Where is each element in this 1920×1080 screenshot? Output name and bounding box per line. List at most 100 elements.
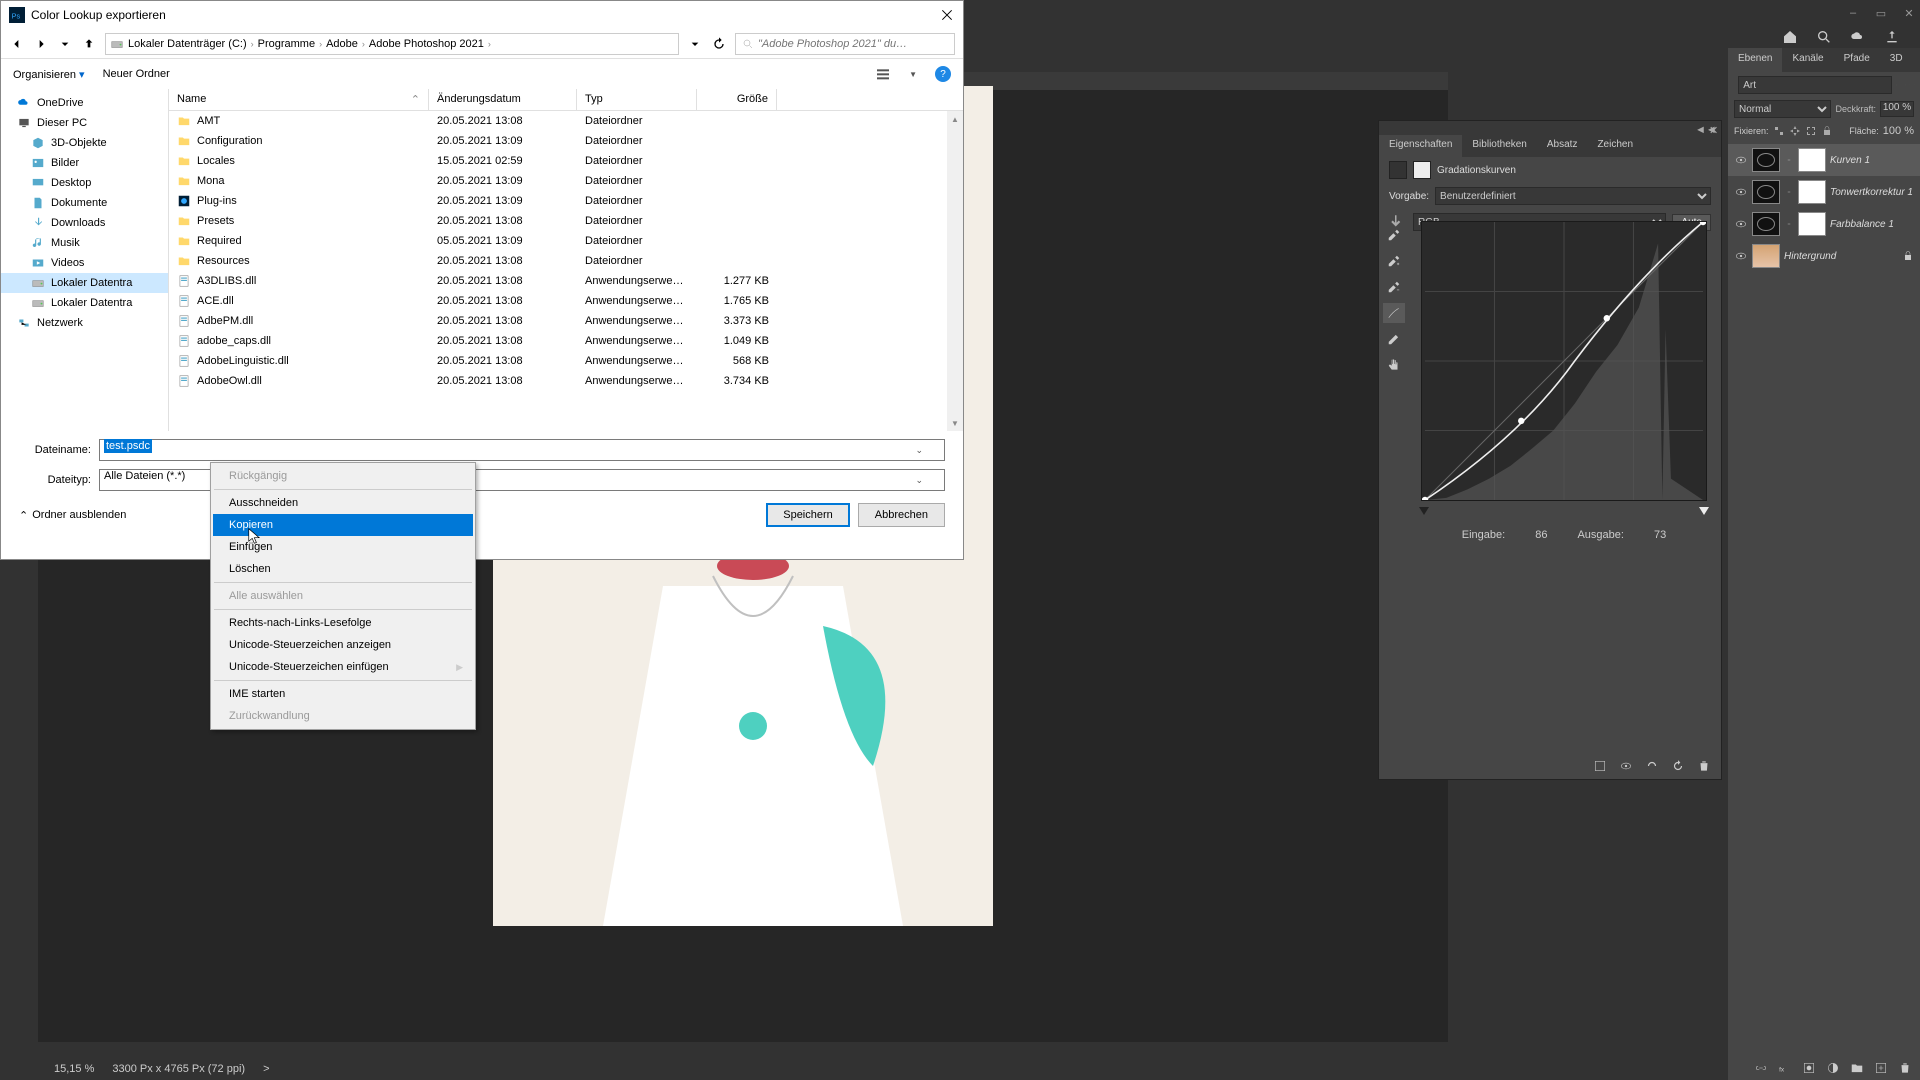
eye-icon[interactable] bbox=[1734, 153, 1748, 167]
preset-select[interactable]: Benutzerdefiniert bbox=[1435, 187, 1711, 205]
folder-search-input[interactable] bbox=[758, 38, 948, 50]
file-row[interactable]: AMT20.05.2021 13:08Dateiordner bbox=[169, 111, 963, 131]
view-chevron-icon[interactable]: ▼ bbox=[909, 70, 917, 79]
tree-item[interactable]: Lokaler Datentra bbox=[1, 273, 168, 293]
file-row[interactable]: adobe_caps.dll20.05.2021 13:08Anwendungs… bbox=[169, 331, 963, 351]
status-chevron[interactable]: > bbox=[263, 1063, 269, 1075]
help-icon[interactable]: ? bbox=[935, 66, 951, 82]
filetype-dropdown-icon[interactable]: ⌄ bbox=[915, 475, 923, 486]
tree-item[interactable]: Videos bbox=[1, 253, 168, 273]
file-row[interactable]: Presets20.05.2021 13:08Dateiordner bbox=[169, 211, 963, 231]
breadcrumb-item[interactable]: Lokaler Datenträger (C:) bbox=[128, 38, 247, 50]
cancel-button[interactable]: Abbrechen bbox=[858, 503, 945, 527]
zoom-level[interactable]: 15,15 % bbox=[54, 1063, 94, 1075]
list-scrollbar[interactable]: ▲ ▼ bbox=[947, 111, 963, 431]
lock-artboard-icon[interactable] bbox=[1805, 125, 1817, 137]
file-row[interactable]: AdbePM.dll20.05.2021 13:08Anwendungserwe… bbox=[169, 311, 963, 331]
blend-mode-select[interactable]: Normal bbox=[1734, 100, 1831, 118]
tree-item[interactable]: Netzwerk bbox=[1, 313, 168, 333]
tree-item[interactable]: Musik bbox=[1, 233, 168, 253]
clip-icon[interactable] bbox=[1593, 759, 1607, 773]
opacity-value[interactable]: 100 % bbox=[1880, 101, 1914, 117]
panel-tab[interactable]: Pfade bbox=[1834, 48, 1880, 72]
hide-folders-toggle[interactable]: ⌃ Ordner ausblenden bbox=[19, 509, 126, 522]
properties-tab[interactable]: Bibliotheken bbox=[1462, 135, 1536, 157]
col-name[interactable]: Name ⌃ bbox=[169, 89, 429, 110]
layer-name[interactable]: Kurven 1 bbox=[1830, 155, 1914, 166]
layer-row[interactable]: Kurven 1 bbox=[1728, 144, 1920, 176]
file-row[interactable]: Configuration20.05.2021 13:09Dateiordner bbox=[169, 131, 963, 151]
share-icon[interactable] bbox=[1884, 29, 1900, 45]
folder-tree[interactable]: OneDriveDieser PC3D-ObjekteBilderDesktop… bbox=[1, 89, 169, 431]
layer-search[interactable] bbox=[1738, 76, 1892, 94]
collapse-icon[interactable]: ◄◄ bbox=[1695, 124, 1703, 132]
min-button[interactable]: – bbox=[1846, 6, 1860, 20]
nav-dropdown-icon[interactable] bbox=[687, 36, 703, 52]
filename-dropdown-icon[interactable]: ⌄ bbox=[915, 445, 923, 456]
lock-all-icon[interactable] bbox=[1821, 125, 1833, 137]
file-list[interactable]: Name ⌃ Änderungsdatum Typ Größe AMT20.05… bbox=[169, 89, 963, 431]
file-row[interactable]: ACE.dll20.05.2021 13:08Anwendungserwe…1.… bbox=[169, 291, 963, 311]
menu-item[interactable]: IME starten bbox=[213, 683, 473, 705]
lock-pixels-icon[interactable] bbox=[1773, 125, 1785, 137]
file-row[interactable]: Mona20.05.2021 13:09Dateiordner bbox=[169, 171, 963, 191]
layer-row[interactable]: Farbbalance 1 bbox=[1728, 208, 1920, 240]
curve-icon[interactable] bbox=[1383, 303, 1405, 323]
curve-slider[interactable] bbox=[1421, 507, 1707, 519]
max-button[interactable]: ▭ bbox=[1874, 6, 1888, 20]
home-icon[interactable] bbox=[1782, 29, 1798, 45]
group-icon[interactable] bbox=[1850, 1061, 1864, 1075]
link-icon[interactable] bbox=[1754, 1061, 1768, 1075]
menu-item[interactable]: Rechts-nach-Links-Lesefolge bbox=[213, 612, 473, 634]
close-button[interactable]: ✕ bbox=[1902, 6, 1916, 20]
mask-add-icon[interactable] bbox=[1802, 1061, 1816, 1075]
eye-icon[interactable] bbox=[1734, 249, 1748, 263]
nav-up-icon[interactable] bbox=[81, 36, 97, 52]
eye-icon-2[interactable] bbox=[1619, 759, 1633, 773]
input-value[interactable]: 86 bbox=[1535, 529, 1547, 541]
trash-icon[interactable] bbox=[1697, 759, 1711, 773]
chevron-right-icon[interactable]: › bbox=[251, 39, 254, 49]
col-date[interactable]: Änderungsdatum bbox=[429, 89, 577, 110]
properties-tab[interactable]: Eigenschaften bbox=[1379, 135, 1462, 157]
close-icon[interactable]: ✕ bbox=[1709, 124, 1717, 132]
cloud-icon[interactable] bbox=[1850, 29, 1866, 45]
breadcrumb-item[interactable]: Adobe Photoshop 2021 bbox=[369, 38, 484, 50]
save-button[interactable]: Speichern bbox=[766, 503, 850, 527]
pencil-icon[interactable] bbox=[1383, 329, 1405, 349]
menu-item[interactable]: Unicode-Steuerzeichen anzeigen bbox=[213, 634, 473, 656]
eyedropper-minus-icon[interactable] bbox=[1383, 277, 1405, 297]
fx-icon[interactable]: fx bbox=[1778, 1061, 1792, 1075]
layer-row[interactable]: Tonwertkorrektur 1 bbox=[1728, 176, 1920, 208]
panel-tab[interactable]: Ebenen bbox=[1728, 48, 1782, 72]
adjustment-add-icon[interactable] bbox=[1826, 1061, 1840, 1075]
file-row[interactable]: A3DLIBS.dll20.05.2021 13:08Anwendungserw… bbox=[169, 271, 963, 291]
col-type[interactable]: Typ bbox=[577, 89, 697, 110]
fill-value[interactable]: 100 % bbox=[1883, 125, 1914, 137]
prev-icon[interactable] bbox=[1645, 759, 1659, 773]
tree-item[interactable]: Desktop bbox=[1, 173, 168, 193]
menu-item[interactable]: Ausschneiden bbox=[213, 492, 473, 514]
file-row[interactable]: Plug-ins20.05.2021 13:09Dateiordner bbox=[169, 191, 963, 211]
reset-icon[interactable] bbox=[1671, 759, 1685, 773]
refresh-icon[interactable] bbox=[711, 36, 727, 52]
tree-item[interactable]: 3D-Objekte bbox=[1, 133, 168, 153]
file-row[interactable]: Required05.05.2021 13:09Dateiordner bbox=[169, 231, 963, 251]
layer-name[interactable]: Tonwertkorrektur 1 bbox=[1830, 187, 1914, 198]
filename-input[interactable]: test.psdc bbox=[99, 439, 945, 461]
eye-icon[interactable] bbox=[1734, 185, 1748, 199]
breadcrumb-item[interactable]: Programme bbox=[258, 38, 315, 50]
output-value[interactable]: 73 bbox=[1654, 529, 1666, 541]
file-row[interactable]: AdobeOwl.dll20.05.2021 13:08Anwendungser… bbox=[169, 371, 963, 391]
eyedropper-icon[interactable] bbox=[1383, 225, 1405, 245]
panel-tab[interactable]: 3D bbox=[1880, 48, 1913, 72]
new-layer-icon[interactable] bbox=[1874, 1061, 1888, 1075]
tree-item[interactable]: Bilder bbox=[1, 153, 168, 173]
organize-menu[interactable]: Organisieren ▾ bbox=[13, 68, 85, 81]
panel-tab[interactable]: Kanäle bbox=[1782, 48, 1833, 72]
tree-item[interactable]: Dokumente bbox=[1, 193, 168, 213]
search-icon[interactable] bbox=[1816, 29, 1832, 45]
tree-item[interactable]: Downloads bbox=[1, 213, 168, 233]
tree-item[interactable]: OneDrive bbox=[1, 93, 168, 113]
layer-name[interactable]: Farbbalance 1 bbox=[1830, 219, 1914, 230]
